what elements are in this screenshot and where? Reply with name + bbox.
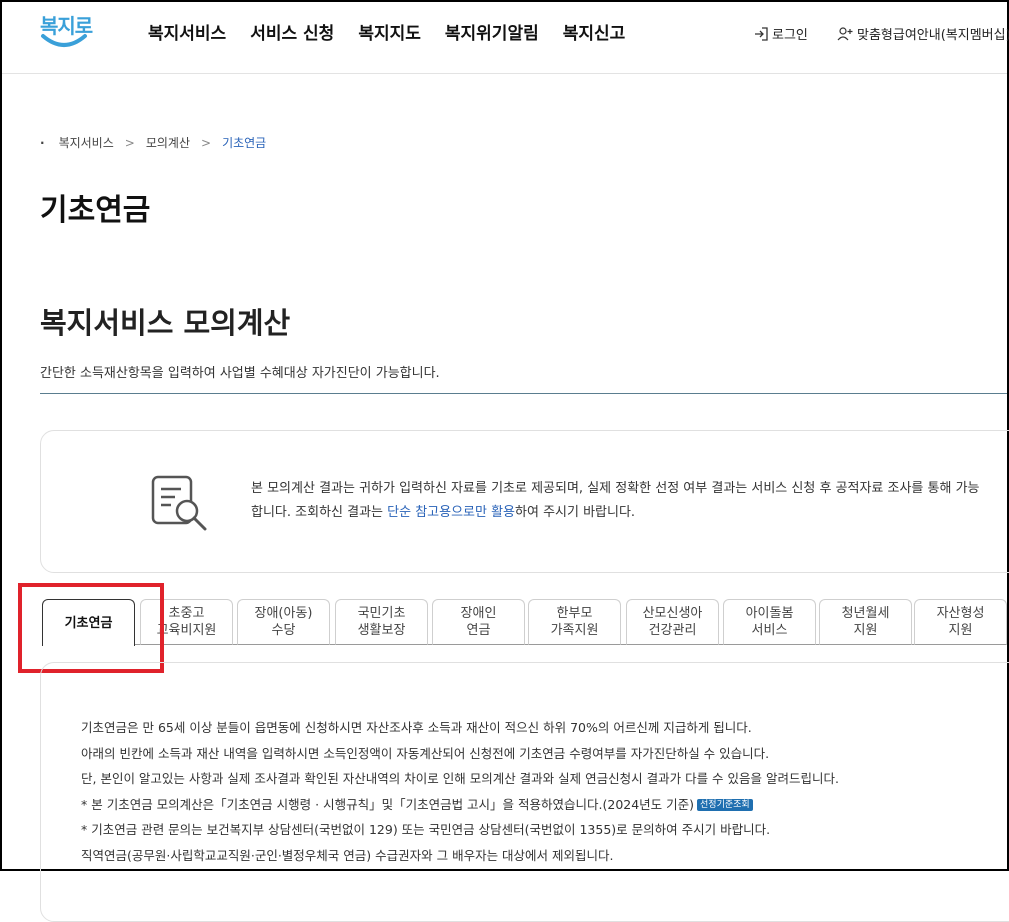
login-label: 로그인 (772, 28, 808, 43)
main-nav: 복지서비스 서비스 신청 복지지도 복지위기알림 복지신고 (148, 19, 649, 44)
nav-welfare-report[interactable]: 복지신고 (563, 19, 626, 44)
nav-welfare-service[interactable]: 복지서비스 (148, 19, 226, 44)
tab-school-education-support[interactable]: 초중고 교육비지원 (140, 599, 233, 645)
simulation-tabs: 기초연금 초중고 교육비지원 장애(아동) 수당 국민기초 생활보장 장애인 연금 한부… (42, 599, 1007, 646)
tab-basic-pension[interactable]: 기초연금 (42, 599, 135, 646)
info-line: 아래의 빈칸에 소득과 재산 내역을 입력하시면 소득인정액이 자동계산되어 신… (81, 745, 770, 761)
breadcrumb-item-welfare[interactable]: 복지서비스 (59, 134, 114, 151)
tab-label: 자산형성 지원 (936, 606, 985, 638)
tab-disability-pension[interactable]: 장애인 연금 (432, 599, 525, 645)
section-divider (40, 393, 1007, 394)
tab-label: 아이돌봄 서비스 (745, 606, 794, 638)
breadcrumb-item-current[interactable]: 기초연금 (222, 134, 266, 151)
info-line-text: * 본 기초연금 모의계산은「기초연금 시행령 · 시행규칙」및「기초연금법 고… (81, 796, 695, 812)
document-search-icon (151, 475, 207, 531)
tab-label: 장애인 연금 (460, 606, 497, 638)
pension-info-box: 기초연금은 만 65세 이상 분들이 읍면동에 신청하시면 자산조사후 소득과 … (40, 662, 1009, 922)
info-line: * 기초연금 관련 문의는 보건복지부 상담센터(국번없이 129) 또는 국민… (81, 822, 771, 837)
membership-label: 맞춤형급여안내(복지멤버십) (857, 28, 1009, 43)
nav-service-apply[interactable]: 서비스 신청 (250, 19, 334, 44)
breadcrumb-item-simulation[interactable]: 모의계산 (146, 134, 190, 151)
chevron-right-icon: > (124, 135, 135, 150)
pension-info-text: 기초연금은 만 65세 이상 분들이 읍면동에 신청하시면 자산조사후 소득과 … (81, 715, 1001, 868)
info-line: * 본 기초연금 모의계산은「기초연금 시행령 · 시행규칙」및「기초연금법 고… (81, 792, 1001, 818)
info-line: 직역연금(공무원·사립학교교직원·군인·별정우체국 연금) 수급권자와 그 배우… (81, 847, 614, 863)
tab-label: 초중고 교육비지원 (156, 606, 217, 638)
notice-text: 본 모의계산 결과는 귀하가 입력하신 자료를 기초로 제공되며, 실제 정확한… (251, 477, 981, 525)
tab-asset-building-support[interactable]: 자산형성 지원 (914, 599, 1007, 645)
header: 복지로 복지서비스 서비스 신청 복지지도 복지위기알림 복지신고 로그인 맞춤… (2, 2, 1009, 74)
section-description: 간단한 소득재산항목을 입력하여 사업별 수혜대상 자가진단이 가능합니다. (40, 366, 440, 381)
notice-highlight: 단순 참고용으로만 활용 (387, 505, 516, 520)
page-title: 기초연금 (40, 193, 151, 228)
info-line: 기초연금은 만 65세 이상 분들이 읍면동에 신청하시면 자산조사후 소득과 … (81, 720, 752, 735)
login-link[interactable]: 로그인 (754, 24, 808, 43)
breadcrumb-home-dot: · (40, 135, 45, 150)
info-line: 단, 본인이 알고있는 사항과 실제 조사결과 확인된 자산내역의 차이로 인해… (81, 771, 839, 786)
tab-label: 한부모 가족지원 (550, 606, 599, 638)
tab-label: 산모신생아 건강관리 (642, 606, 703, 638)
section-title: 복지서비스 모의계산 (40, 306, 291, 340)
membership-link[interactable]: 맞춤형급여안내(복지멤버십) (837, 24, 1009, 43)
tab-maternity-newborn-care[interactable]: 산모신생아 건강관리 (626, 599, 719, 645)
logo-smile-icon (41, 34, 87, 47)
nav-crisis-alert[interactable]: 복지위기알림 (445, 19, 539, 44)
breadcrumb: · 복지서비스 > 모의계산 > 기초연금 (40, 134, 266, 151)
tab-label: 청년월세 지원 (841, 606, 890, 638)
tab-childcare-service[interactable]: 아이돌봄 서비스 (723, 599, 816, 645)
chevron-right-icon: > (201, 135, 212, 150)
tab-youth-rent-support[interactable]: 청년월세 지원 (819, 599, 912, 645)
bokjiro-logo[interactable]: 복지로 (38, 10, 94, 52)
tab-label: 장애(아동) 수당 (254, 606, 313, 638)
tab-label: 국민기초 생활보장 (357, 606, 406, 638)
login-icon (755, 26, 768, 41)
tab-basic-livelihood[interactable]: 국민기초 생활보장 (335, 599, 428, 645)
tab-single-parent-support[interactable]: 한부모 가족지원 (528, 599, 621, 645)
tab-disabled-child-allowance[interactable]: 장애(아동) 수당 (237, 599, 330, 645)
tab-label: 기초연금 (64, 615, 113, 631)
notice-text-part: 하여 주시기 바랍니다. (515, 505, 636, 520)
user-plus-icon (837, 26, 853, 40)
notice-box: 본 모의계산 결과는 귀하가 입력하신 자료를 기초로 제공되며, 실제 정확한… (40, 430, 1009, 573)
criteria-lookup-button[interactable]: 선정기준조회 (697, 799, 753, 811)
nav-welfare-map[interactable]: 복지지도 (358, 19, 421, 44)
